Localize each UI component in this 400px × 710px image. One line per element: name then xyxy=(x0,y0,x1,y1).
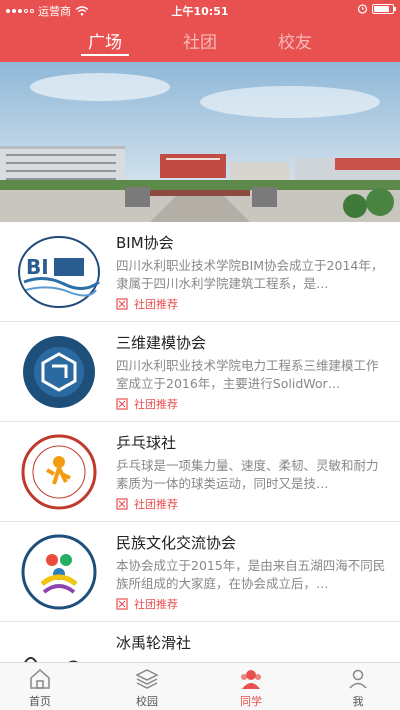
club-title: 冰禹轮滑社 xyxy=(116,634,192,652)
pingpong-logo-icon xyxy=(14,434,104,510)
skating-logo-icon xyxy=(14,634,104,662)
bottom-tab-label: 我 xyxy=(352,695,364,708)
bottom-tab-bar: 首页 校园 同学 我 xyxy=(0,662,400,710)
club-description: 乒乓球是一项集力量、速度、柔韧、灵敏和耐力素质为一体的球类运动，同时又是技… xyxy=(116,458,379,491)
top-header: 运营商 上午10:51 广场 社团 校友 xyxy=(0,0,400,62)
club-card[interactable]: 乒乓球社 乒乓球是一项集力量、速度、柔韧、灵敏和耐力素质为一体的球类运动，同时又… xyxy=(0,422,400,522)
club-card[interactable]: BI BIM协会 四川水利职业技术学院BIM协会成立于2014年，隶属于四川水利… xyxy=(0,222,400,322)
alarm-icon xyxy=(357,4,368,14)
club-title: BIM协会 xyxy=(116,234,174,252)
recommend-label: 社团推荐 xyxy=(134,398,178,411)
club-title: 乒乓球社 xyxy=(116,434,177,452)
club-card[interactable]: 民族文化交流协会 本协会成立于2015年，是由来自五湖四海不同民族所组成的大家庭… xyxy=(0,522,400,622)
tab-clubs[interactable]: 社团 xyxy=(170,28,230,53)
recommend-tag: 社团推荐 xyxy=(116,396,178,412)
recommend-label: 社团推荐 xyxy=(134,598,178,611)
bottom-tab-label: 校园 xyxy=(136,695,158,708)
tab-square[interactable]: 广场 xyxy=(75,28,135,56)
ethnic-culture-logo-icon xyxy=(14,534,104,610)
club-card[interactable]: 冰禹轮滑社 xyxy=(0,622,400,662)
bottom-tab-label: 同学 xyxy=(240,695,262,708)
clock: 上午10:51 xyxy=(171,5,229,18)
recommend-tag: 社团推荐 xyxy=(116,596,178,612)
club-title: 三维建模协会 xyxy=(116,334,207,352)
person-icon xyxy=(349,669,367,689)
bim-logo-icon: BI xyxy=(14,234,104,310)
bottom-tab-me[interactable]: 我 xyxy=(328,667,388,709)
club-card[interactable]: 三维建模协会 四川水利职业技术学院电力工程系三维建模工作室成立于2016年，主要… xyxy=(0,322,400,422)
svg-text:BI: BI xyxy=(26,255,49,279)
home-icon xyxy=(30,668,50,689)
recommend-icon xyxy=(116,498,128,510)
layers-icon xyxy=(135,669,159,689)
recommend-tag: 社团推荐 xyxy=(116,496,178,512)
recommend-icon xyxy=(116,398,128,410)
recommend-icon xyxy=(116,298,128,310)
recommend-tag: 社团推荐 xyxy=(116,296,178,312)
bottom-tab-campus[interactable]: 校园 xyxy=(117,667,177,709)
club-title: 民族文化交流协会 xyxy=(116,534,237,552)
bottom-tab-label: 首页 xyxy=(29,695,51,708)
status-bar: 运营商 上午10:51 xyxy=(0,0,400,20)
classmates-icon xyxy=(241,670,261,689)
tab-alumni[interactable]: 校友 xyxy=(265,28,325,53)
battery-icon xyxy=(372,3,396,14)
campus-banner-image[interactable] xyxy=(0,62,400,222)
bottom-tab-classmates[interactable]: 同学 xyxy=(221,667,281,709)
recommend-label: 社团推荐 xyxy=(134,298,178,311)
club-description: 四川水利职业技术学院BIM协会成立于2014年，隶属于四川水利学院建筑工程系，是… xyxy=(116,258,384,291)
recommend-label: 社团推荐 xyxy=(134,498,178,511)
recommend-icon xyxy=(116,598,128,610)
club-description: 四川水利职业技术学院电力工程系三维建模工作室成立于2016年，主要进行Solid… xyxy=(116,358,379,391)
bottom-tab-home[interactable]: 首页 xyxy=(10,667,70,709)
3d-modeling-logo-icon xyxy=(14,334,104,410)
club-feed: BI BIM协会 四川水利职业技术学院BIM协会成立于2014年，隶属于四川水利… xyxy=(0,222,400,662)
top-tabs: 广场 社团 校友 xyxy=(0,24,400,60)
club-description: 本协会成立于2015年，是由来自五湖四海不同民族所组成的大家庭，在协会成立后，… xyxy=(116,558,386,591)
